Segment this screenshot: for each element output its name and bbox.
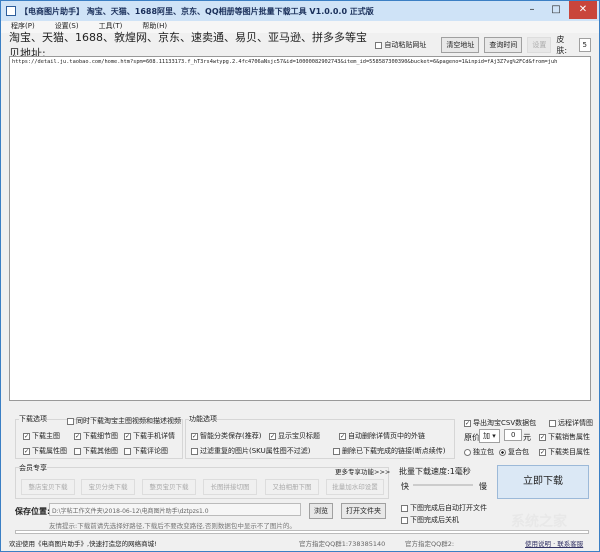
label: 下载主图 bbox=[32, 432, 60, 440]
label: 下载评论图 bbox=[133, 447, 168, 455]
filter-duplicates-checkbox[interactable]: 过滤重复的图片(SKU属性图不过滤) bbox=[191, 446, 310, 456]
save-location-label: 保存位置: bbox=[15, 507, 51, 516]
single-package-radio[interactable]: 独立包 bbox=[464, 447, 494, 457]
delete-done-checkbox[interactable]: 删除已下载完成的链接(断点续传) bbox=[333, 446, 445, 456]
price-unit: 元 bbox=[523, 433, 531, 442]
download-detail-checkbox[interactable]: ✓ 下载细节图 bbox=[74, 431, 118, 441]
page-download-button[interactable]: 整页宝贝下载 bbox=[142, 479, 196, 495]
watermark-settings-button[interactable]: 批量加水印设置 bbox=[326, 479, 384, 495]
label: 独立包 bbox=[473, 448, 494, 456]
label: 远程详情图 bbox=[558, 419, 593, 427]
status-bar: 欢迎使用《电商图片助手》,快速打造您的网络商城! 官方指定QQ群1:738385… bbox=[9, 536, 591, 549]
price-op-value: 加 bbox=[483, 432, 490, 440]
qq-group-2: 官方指定QQ群2: bbox=[405, 539, 455, 548]
label: 显示宝贝标题 bbox=[278, 432, 320, 440]
browse-button[interactable]: 浏览 bbox=[309, 503, 333, 519]
download-now-button[interactable]: 立即下载 bbox=[497, 465, 589, 499]
download-main-checkbox[interactable]: ✓ 下载主图 bbox=[23, 431, 60, 441]
label: 智能分类保存(推荐) bbox=[200, 432, 262, 440]
label: 删除已下载完成的链接(断点续传) bbox=[342, 447, 446, 455]
close-button[interactable]: ✕ bbox=[569, 1, 597, 19]
label: 下载细节图 bbox=[83, 432, 118, 440]
label: 下载类目属性 bbox=[548, 448, 590, 456]
download-mobile-checkbox[interactable]: ✓ 下载手机详情 bbox=[124, 431, 175, 441]
label: 自动删除详情页中的外链 bbox=[348, 432, 425, 440]
qq-group-1: 官方指定QQ群1:738385140 bbox=[299, 539, 386, 548]
app-window: 【电商图片助手】 淘宝、天猫、1688阿里、京东、QQ相册等图片批量下载工具 V… bbox=[0, 0, 600, 552]
shop-download-button[interactable]: 整店宝贝下载 bbox=[21, 479, 75, 495]
sales-attr-checkbox[interactable]: ✓ 下载销售属性 bbox=[539, 432, 590, 442]
speed-slider[interactable] bbox=[413, 484, 473, 486]
auto-delete-checkbox[interactable]: ✓ 自动删除详情页中的外链 bbox=[339, 431, 425, 441]
label: 复合包 bbox=[508, 448, 529, 456]
download-attr-checkbox[interactable]: ✓ 下载属性图 bbox=[23, 446, 67, 456]
label: 同时下载淘宝主图视频和描述视频 bbox=[76, 417, 181, 425]
watermark-logo: 系统之家 bbox=[511, 514, 567, 530]
download-video-checkbox[interactable]: 同时下载淘宝主图视频和描述视频 bbox=[67, 416, 181, 426]
combined-package-radio[interactable]: 复合包 bbox=[499, 447, 529, 457]
youpai-album-button[interactable]: 又拍相册下图 bbox=[265, 479, 319, 495]
label: 下载属性图 bbox=[32, 447, 67, 455]
price-label: 原价 bbox=[464, 433, 480, 442]
smart-save-checkbox[interactable]: ✓ 智能分类保存(推荐) bbox=[191, 431, 261, 441]
label: 导出淘宝CSV数据包 bbox=[473, 419, 537, 427]
long-image-button[interactable]: 长图拼接切图 bbox=[203, 479, 257, 495]
query-time-button[interactable]: 查询时间 bbox=[484, 37, 523, 53]
download-options-title: 下载选项 bbox=[19, 414, 47, 424]
more-features-link[interactable]: 更多专享功能>>> bbox=[335, 466, 390, 476]
show-title-checkbox[interactable]: ✓ 显示宝贝标题 bbox=[269, 431, 320, 441]
category-download-button[interactable]: 宝贝分类下载 bbox=[81, 479, 135, 495]
auto-paste-checkbox[interactable]: 自动粘贴网址 bbox=[375, 40, 426, 50]
export-csv-checkbox[interactable]: ✓ 导出淘宝CSV数据包 bbox=[464, 418, 536, 428]
label: 下载其他图 bbox=[83, 447, 118, 455]
title-bar: 【电商图片助手】 淘宝、天猫、1688阿里、京东、QQ相册等图片批量下载工具 V… bbox=[1, 1, 599, 21]
download-comment-checkbox[interactable]: 下载评论图 bbox=[124, 446, 168, 456]
window-title: 【电商图片助手】 淘宝、天猫、1688阿里、京东、QQ相册等图片批量下载工具 V… bbox=[20, 6, 374, 16]
remote-detail-checkbox[interactable]: 远程详情图 bbox=[549, 418, 593, 428]
speed-slow-label: 慢 bbox=[479, 482, 487, 491]
label: 过滤重复的图片(SKU属性图不过滤) bbox=[200, 447, 311, 455]
save-path-input[interactable]: D:\字帖工作文件夹\2018-06-12\电商图片助手\dztpzs1.0 bbox=[49, 503, 301, 516]
tip-text: 友情提示:下载前请先选择好路径,下载后不要改变路径,否则数据包中显示不了图片的。 bbox=[49, 522, 296, 530]
maximize-button[interactable]: □ bbox=[543, 1, 569, 19]
minimize-button[interactable]: – bbox=[519, 1, 545, 19]
url-input[interactable]: https://detail.ju.taobao.com/home.htm?sp… bbox=[9, 56, 591, 401]
settings-button[interactable]: 设置 bbox=[527, 37, 552, 53]
clear-address-button[interactable]: 清空地址 bbox=[441, 37, 480, 53]
auto-open-checkbox[interactable]: 下图完成后自动打开文件 bbox=[401, 503, 487, 513]
download-other-checkbox[interactable]: 下载其他图 bbox=[74, 446, 118, 456]
label: 下图完成后关机 bbox=[410, 516, 459, 524]
address-row: 淘宝、天猫、1688、敦煌网、京东、速卖通、易贝、亚马逊、拼多多等宝贝地址: 自… bbox=[9, 31, 591, 60]
price-op-select[interactable]: 加 ▾ bbox=[479, 429, 500, 443]
skin-spinner[interactable]: 5 bbox=[578, 38, 591, 52]
skin-label: 皮肤: bbox=[556, 35, 568, 55]
shutdown-checkbox[interactable]: 下图完成后关机 bbox=[401, 515, 459, 525]
app-icon bbox=[6, 6, 16, 16]
help-links[interactable]: 使用说明 · 联系客服 bbox=[525, 538, 583, 548]
label: 下图完成后自动打开文件 bbox=[410, 504, 487, 512]
progress-bar bbox=[15, 530, 589, 534]
price-input[interactable]: 0 bbox=[504, 429, 523, 441]
member-title: 会员专享 bbox=[19, 463, 47, 473]
label: 下载手机详情 bbox=[133, 432, 175, 440]
auto-paste-label: 自动粘贴网址 bbox=[384, 41, 427, 49]
open-folder-button[interactable]: 打开文件夹 bbox=[341, 503, 386, 519]
welcome-text: 欢迎使用《电商图片助手》,快速打造您的网络商城! bbox=[9, 539, 157, 548]
speed-fast-label: 快 bbox=[401, 482, 409, 491]
function-options-title: 功能选项 bbox=[189, 414, 217, 424]
label: 下载销售属性 bbox=[548, 433, 590, 441]
category-attr-checkbox[interactable]: ✓ 下载类目属性 bbox=[539, 447, 590, 457]
speed-label: 批量下载速度:1毫秒 bbox=[399, 467, 471, 476]
